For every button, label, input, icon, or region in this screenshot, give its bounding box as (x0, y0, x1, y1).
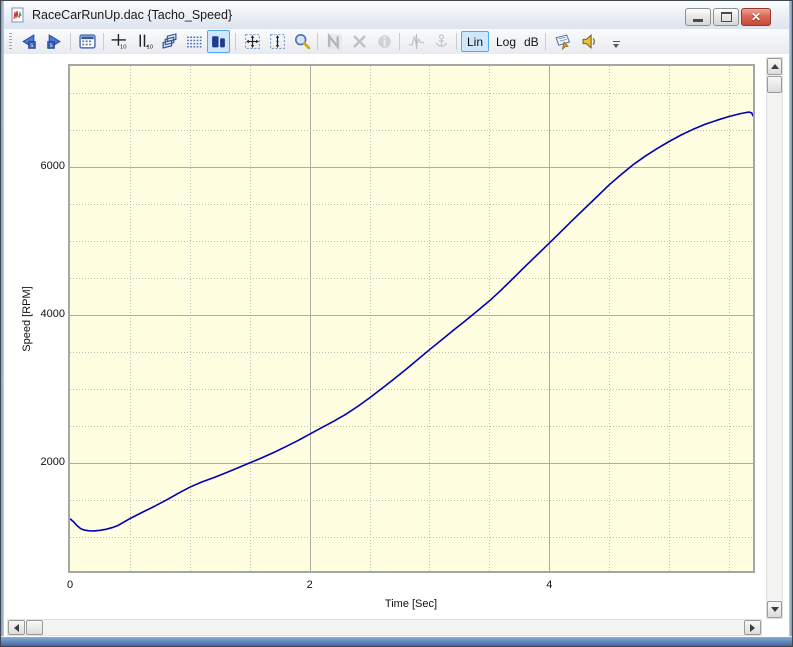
arrow-down-icon (771, 607, 779, 612)
lin-scale-button[interactable]: Lin (461, 31, 489, 52)
db-scale-button[interactable]: dB (518, 31, 545, 52)
app-icon (10, 7, 26, 23)
export-touch-icon (554, 33, 571, 50)
autoscale-y-button[interactable] (266, 30, 289, 53)
y-tick-label: 6000 (27, 160, 65, 173)
autoscale-xy-button[interactable] (241, 30, 264, 53)
application-window: RaceCarRunUp.dac {Tacho_Speed} ✕ s s (0, 0, 793, 647)
minimize-button[interactable] (685, 8, 711, 26)
close-icon: ✕ (751, 11, 761, 23)
solid-display-icon (210, 33, 227, 50)
overflow-bar-icon (613, 41, 620, 42)
toolbar-gripper[interactable] (9, 33, 12, 50)
scroll-down-button[interactable] (767, 601, 782, 618)
svg-text:s: s (50, 42, 53, 49)
curve-overlay-button[interactable] (323, 30, 346, 53)
zoom-button[interactable] (291, 30, 314, 53)
toolbar-separator (317, 33, 318, 50)
x-axis-title: Time [Sec] (385, 598, 437, 610)
toolbar-separator (545, 33, 546, 50)
toolbar-separator (103, 33, 104, 50)
scroll-left-button[interactable] (8, 620, 25, 635)
horizontal-scroll-thumb[interactable] (26, 620, 43, 635)
info-button[interactable] (373, 30, 396, 53)
audio-replay-button[interactable] (578, 30, 601, 53)
horizontal-scrollbar[interactable] (7, 619, 762, 636)
toolbar-separator (456, 33, 457, 50)
magnifier-icon (294, 33, 311, 50)
data-grid-button[interactable] (76, 30, 99, 53)
overlay-cascade-icon (161, 33, 178, 50)
svg-text:s: s (30, 42, 33, 49)
cursor-values-button[interactable] (405, 30, 428, 53)
x-tick-label: 2 (295, 579, 325, 592)
dotted-display-icon (186, 33, 203, 50)
window-title: RaceCarRunUp.dac {Tacho_Speed} (32, 8, 232, 22)
anchor-icon (433, 33, 450, 50)
chevron-down-icon (613, 44, 619, 48)
anchor-cursor-button[interactable] (430, 30, 453, 53)
data-grid-icon (79, 33, 96, 50)
harmonic-cursor-10-button[interactable]: 10 (133, 30, 156, 53)
arrow-right-icon (750, 624, 755, 632)
solid-display-button[interactable] (207, 30, 230, 53)
toolbar-overflow-button[interactable] (610, 41, 622, 48)
dotted-display-button[interactable] (183, 30, 206, 53)
arrow-left-icon (14, 624, 19, 632)
window-border-right (789, 1, 792, 646)
toolbar-separator (70, 33, 71, 50)
title-bar[interactable]: RaceCarRunUp.dac {Tacho_Speed} ✕ (4, 1, 789, 30)
db-label: dB (524, 35, 539, 49)
scroll-right-button[interactable] (744, 620, 761, 635)
svg-text:10: 10 (147, 44, 153, 50)
autoscale-y-icon (269, 33, 286, 50)
vertical-scrollbar[interactable] (766, 57, 783, 619)
x-tick-label: 4 (534, 579, 564, 592)
arrow-up-icon (771, 64, 779, 69)
log-label: Log (496, 35, 516, 49)
restore-button[interactable] (713, 8, 739, 26)
window-border-bottom (1, 636, 792, 646)
autoscale-xy-icon (244, 33, 261, 50)
close-button[interactable]: ✕ (741, 8, 771, 26)
scan-right-icon: s (46, 33, 63, 50)
cursor-wave-icon (408, 33, 425, 50)
scroll-up-button[interactable] (767, 58, 782, 75)
cursor-scale-10-icon: 10 (111, 33, 128, 50)
vertical-scroll-thumb[interactable] (767, 76, 782, 93)
speaker-icon (581, 33, 598, 50)
export-touch-button[interactable] (551, 30, 574, 53)
delete-x-icon (351, 33, 368, 50)
harmonic-cursor-10-icon: 10 (136, 33, 153, 50)
scan-left-button[interactable]: s (17, 30, 40, 53)
minimize-icon (693, 19, 703, 22)
scan-left-icon: s (20, 33, 37, 50)
curve-overlay-icon (326, 33, 343, 50)
delete-curve-button[interactable] (348, 30, 371, 53)
plot-area[interactable] (68, 64, 755, 573)
toolbar: s s (4, 29, 789, 55)
toolbar-separator (235, 33, 236, 50)
lin-label: Lin (467, 35, 483, 49)
scan-right-button[interactable]: s (43, 30, 66, 53)
y-tick-label: 4000 (27, 308, 65, 321)
x-tick-label: 0 (55, 579, 85, 592)
info-icon (376, 33, 393, 50)
y-tick-label: 2000 (27, 456, 65, 469)
toolbar-separator (399, 33, 400, 50)
cursor-scale-10-button[interactable]: 10 (108, 30, 131, 53)
svg-text:10: 10 (120, 44, 127, 50)
restore-icon (721, 12, 732, 22)
overlay-cascade-button[interactable] (158, 30, 181, 53)
